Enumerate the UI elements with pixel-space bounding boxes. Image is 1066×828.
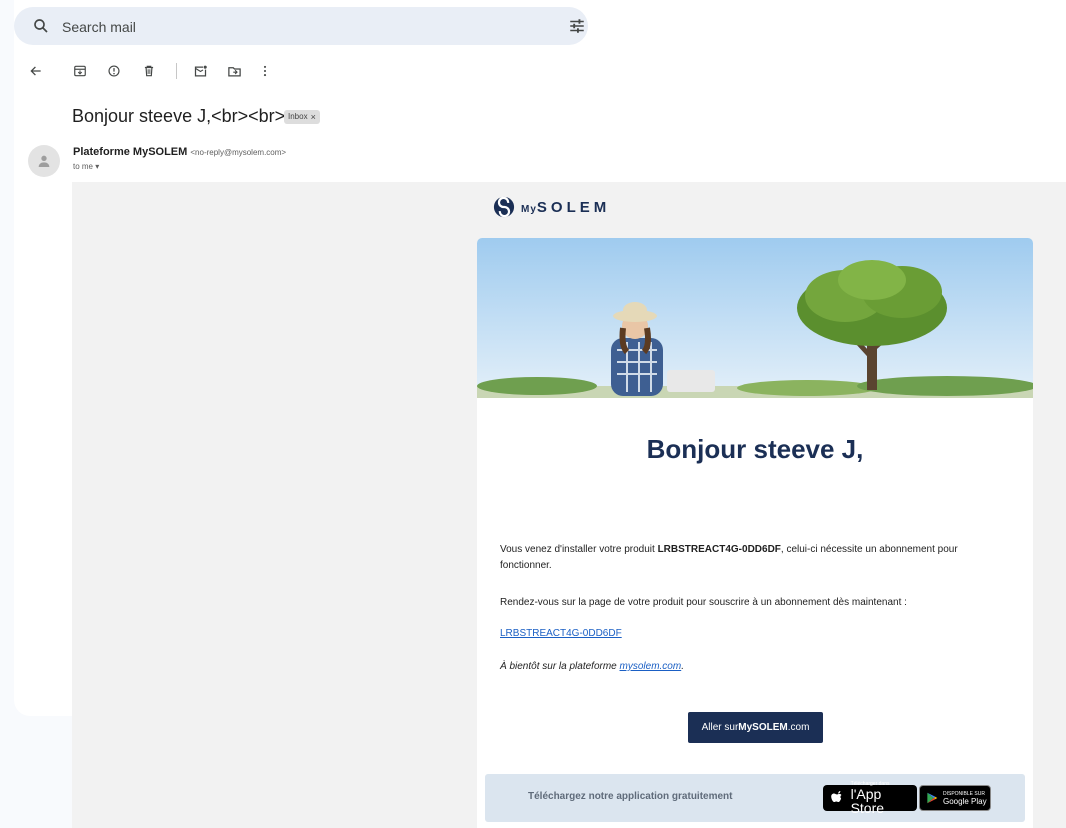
recipient-label: to me [73,162,94,171]
caret-down-icon: ▾ [95,162,100,171]
app-download-footer: Téléchargez notre application gratuiteme… [485,774,1025,822]
recipient-details[interactable]: to me ▾ [73,162,99,171]
banner-image [477,238,1033,398]
report-spam-button[interactable] [104,61,124,81]
sender-avatar[interactable] [28,145,60,177]
google-play-icon [927,792,938,804]
site-link[interactable]: mysolem.com [620,661,682,672]
back-button[interactable] [26,61,46,81]
app-store-badge[interactable]: Télécharger dans l'App Store [823,781,917,815]
email-subject: Bonjour steeve J,<br><br> [72,106,286,126]
person-icon [38,155,50,167]
remove-label-icon[interactable]: × [311,110,316,124]
toolbar-divider [176,63,177,79]
google-play-big-text: Google Play [943,796,987,806]
product-code: LRBSTREACT4G-0DD6DF [657,544,781,555]
message-toolbar [0,61,400,81]
search-bar[interactable] [14,7,588,47]
sender-name[interactable]: Plateforme MySOLEM [73,146,187,158]
signoff-paragraph: À bientôt sur la plateforme mysolem.com. [500,661,684,672]
label-name: Inbox [288,112,308,121]
logo-text: MySOLEM [521,198,611,216]
mark-unread-icon [194,65,207,76]
search-options-icon[interactable] [568,17,586,35]
search-input[interactable] [60,7,534,47]
sender-line: Plateforme MySOLEM <no-reply@mysolem.com… [73,146,286,158]
app-store-big-text: l'App Store [850,786,885,816]
inbox-label-chip: Inbox × [284,110,320,124]
email-heading: Bonjour steeve J, [646,434,864,464]
move-to-folder-icon [227,66,241,76]
product-link-line: LRBSTREACT4G-0DD6DF [500,626,1010,642]
report-spam-icon [108,65,120,77]
archive-button[interactable] [70,61,90,81]
product-link[interactable]: LRBSTREACT4G-0DD6DF [500,628,622,639]
trash-icon [144,65,154,77]
more-vert-icon [263,65,267,77]
install-paragraph: Vous venez d'installer votre produit LRB… [500,544,958,571]
apple-icon [831,791,842,803]
google-play-small-text: DISPONIBLE SUR [943,790,985,797]
mark-unread-button[interactable] [190,61,210,81]
archive-icon [74,65,86,77]
subscribe-paragraph: Rendez-vous sur la page de votre produit… [500,597,907,608]
search-icon[interactable] [32,17,50,35]
mysolem-logo: MySOLEM [493,196,610,218]
email-card: Bonjour steeve J, Vous venez d'installer… [477,238,1033,828]
delete-button[interactable] [139,61,159,81]
move-to-button[interactable] [224,61,244,81]
footer-text: Téléchargez notre application gratuiteme… [528,791,733,802]
mysolem-logo-icon [493,196,515,218]
go-to-mysolem-button[interactable]: Aller sur MySOLEM .com [688,712,823,743]
sender-address: <no-reply@mysolem.com> [190,148,287,157]
arrow-back-icon [30,66,41,76]
google-play-badge[interactable]: DISPONIBLE SUR Google Play [919,785,991,811]
more-options-button[interactable] [255,61,275,81]
